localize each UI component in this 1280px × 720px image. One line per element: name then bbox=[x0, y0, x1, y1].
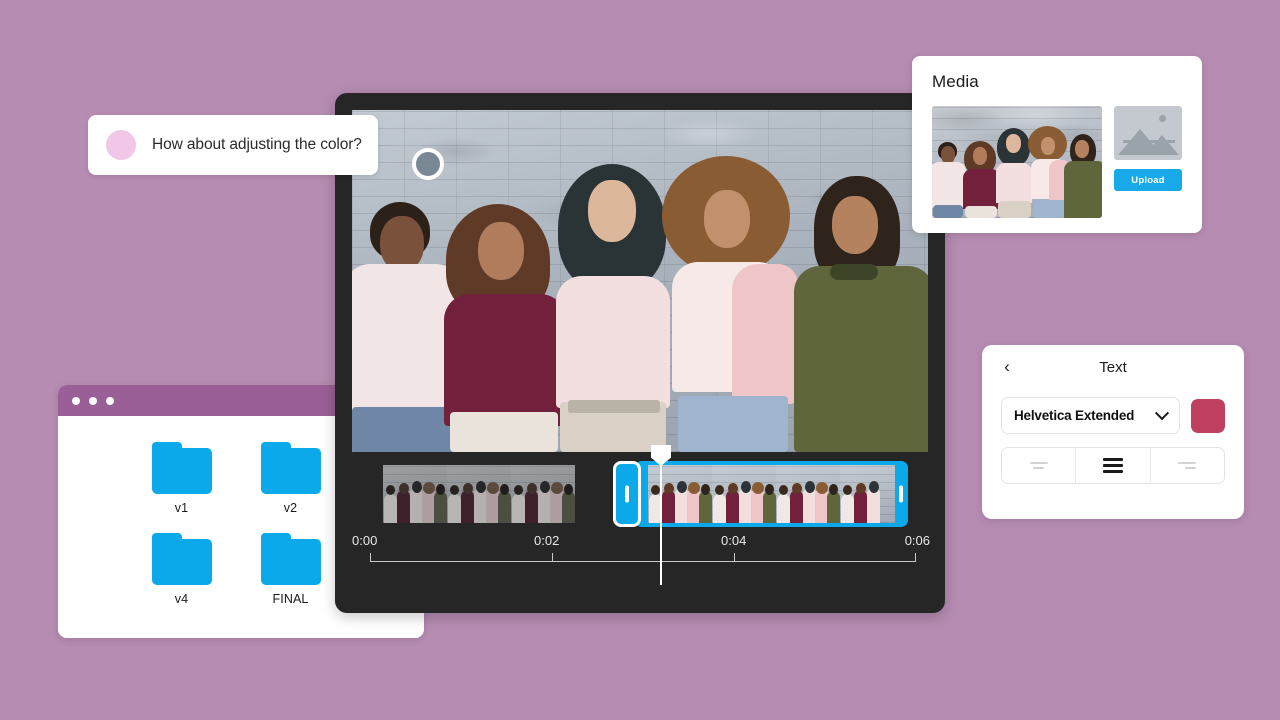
playhead-line bbox=[660, 463, 662, 585]
text-panel: ‹ Text Helvetica Extended bbox=[982, 345, 1244, 519]
clip-thumbnail bbox=[776, 465, 840, 523]
chevron-down-icon bbox=[1155, 406, 1169, 420]
folder-icon bbox=[261, 533, 321, 585]
folder-icon bbox=[152, 533, 212, 585]
ruler-tick-label: 0:00 bbox=[352, 533, 377, 548]
ruler-tick bbox=[734, 553, 735, 562]
trim-grip-icon bbox=[625, 486, 629, 503]
timeline-ruler: 0:00 0:02 0:04 0:06 bbox=[352, 533, 930, 573]
ruler-tick bbox=[370, 553, 371, 562]
maximize-dot-icon[interactable] bbox=[106, 397, 114, 405]
image-placeholder-icon bbox=[1114, 106, 1182, 160]
trim-handle-left[interactable] bbox=[613, 461, 641, 527]
close-dot-icon[interactable] bbox=[72, 397, 80, 405]
folder-label: v1 bbox=[175, 501, 188, 515]
align-right-icon[interactable] bbox=[1150, 448, 1224, 483]
ruler-axis bbox=[370, 561, 916, 562]
font-controls-row: Helvetica Extended bbox=[982, 389, 1244, 434]
clip-thumbnail bbox=[447, 465, 511, 523]
text-panel-title: Text bbox=[1099, 359, 1127, 376]
media-side-controls: Upload bbox=[1114, 106, 1182, 218]
clip-thumbnail bbox=[712, 465, 776, 523]
video-editor-window: 0:00 0:02 0:04 0:06 bbox=[335, 93, 945, 613]
crop-handle-circle-icon[interactable] bbox=[412, 148, 444, 180]
folder-label: v4 bbox=[175, 592, 188, 606]
chat-message-bubble: How about adjusting the color? bbox=[88, 115, 378, 175]
ruler-tick bbox=[552, 553, 553, 562]
ruler-labels: 0:00 0:02 0:04 0:06 bbox=[352, 533, 930, 551]
folder-label: v2 bbox=[284, 501, 297, 515]
clip-thumbnail bbox=[840, 465, 895, 523]
folder-icon bbox=[152, 442, 212, 494]
folder-item-v4[interactable]: v4 bbox=[127, 533, 236, 606]
text-alignment-group bbox=[1001, 447, 1225, 484]
video-clip-selected[interactable] bbox=[635, 461, 908, 527]
clip-thumbnail bbox=[511, 465, 575, 523]
chat-message-text: How about adjusting the color? bbox=[152, 136, 362, 154]
clip-thumbnail bbox=[383, 465, 447, 523]
media-thumbnail[interactable] bbox=[932, 106, 1102, 218]
upload-button[interactable]: Upload bbox=[1114, 169, 1182, 191]
chevron-left-icon[interactable]: ‹ bbox=[996, 356, 1018, 378]
ruler-tick-label: 0:04 bbox=[721, 533, 746, 548]
video-clip-unselected[interactable] bbox=[383, 465, 575, 523]
minimize-dot-icon[interactable] bbox=[89, 397, 97, 405]
folder-item-final[interactable]: FINAL bbox=[236, 533, 345, 606]
user-avatar-circle-icon bbox=[106, 130, 136, 160]
ruler-tick bbox=[915, 553, 916, 562]
text-panel-header: ‹ Text bbox=[982, 345, 1244, 389]
video-preview[interactable] bbox=[352, 110, 928, 452]
folder-item-v2[interactable]: v2 bbox=[236, 442, 345, 515]
font-family-select[interactable]: Helvetica Extended bbox=[1001, 397, 1180, 434]
media-panel: Media bbox=[912, 56, 1202, 233]
media-panel-title: Media bbox=[932, 72, 1182, 92]
clip-thumbnail bbox=[648, 465, 712, 523]
text-color-swatch[interactable] bbox=[1191, 399, 1225, 433]
font-family-value: Helvetica Extended bbox=[1014, 408, 1134, 423]
ruler-tick-label: 0:02 bbox=[534, 533, 559, 548]
folder-icon bbox=[261, 442, 321, 494]
trim-handle-right[interactable] bbox=[899, 486, 903, 503]
align-left-icon[interactable] bbox=[1002, 448, 1075, 483]
ruler-tick-label: 0:06 bbox=[905, 533, 930, 548]
timeline-track[interactable] bbox=[352, 465, 928, 523]
folder-label: FINAL bbox=[273, 592, 309, 606]
media-panel-row: Upload bbox=[932, 106, 1182, 218]
folder-item-v1[interactable]: v1 bbox=[127, 442, 236, 515]
align-center-icon[interactable] bbox=[1075, 448, 1149, 483]
